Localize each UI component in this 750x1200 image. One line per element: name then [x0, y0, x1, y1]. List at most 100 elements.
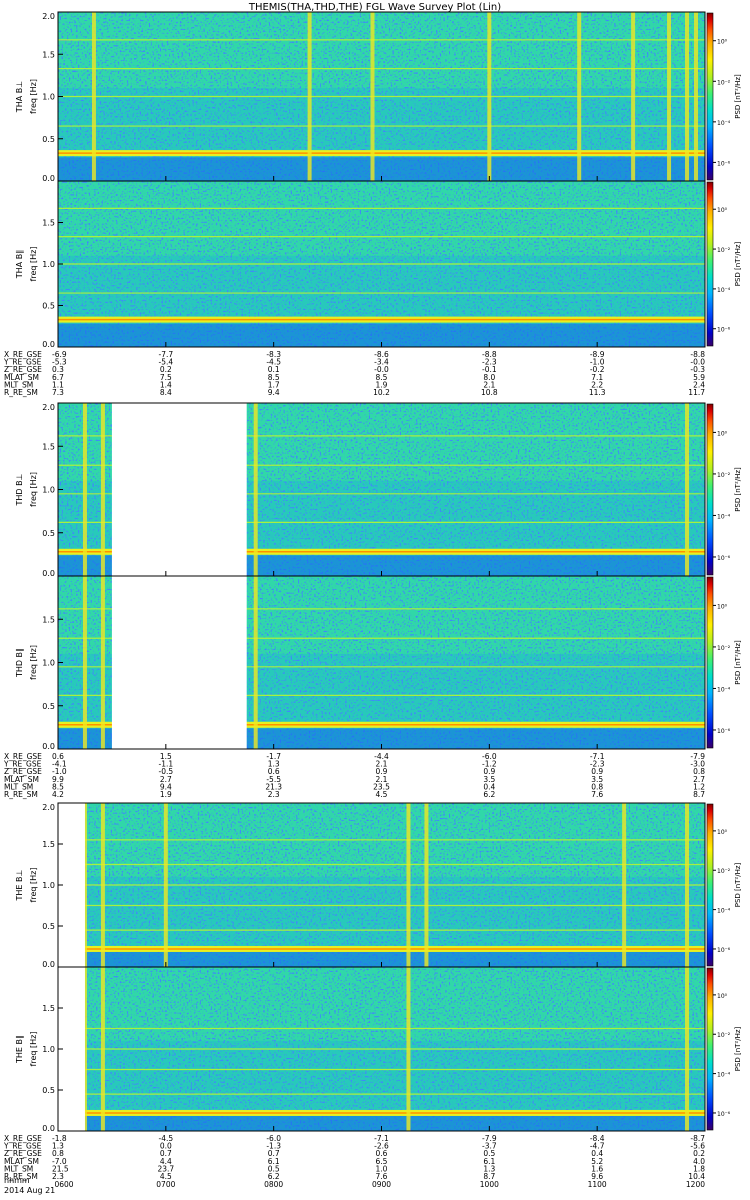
colorbar-tick-label: 10⁻⁴	[717, 908, 731, 915]
colorbar-tick-label: 10⁰	[717, 430, 728, 437]
colorbar-tick-label: 10⁻⁴	[717, 513, 731, 520]
colorbar-tick-label: 10⁻⁴	[717, 686, 731, 693]
bright-stripe	[370, 12, 375, 181]
freq-axis-label: freq [Hz]	[29, 645, 38, 680]
colorbar-tick-label: 10⁻⁶	[717, 327, 731, 334]
y-tick-label: 0.0	[42, 174, 55, 183]
orbit-table-thd: X_RE_GSE 0.6 1.5 -1.7 -4.4 -6.0 -7.1 -7.9Y_RE_G…	[3, 752, 705, 799]
colorbar-tick-label: 10⁰	[717, 829, 728, 836]
orbit-value: 10.8	[481, 388, 498, 397]
bright-stripe	[82, 576, 87, 749]
orbit-table-tha: X_RE_GSE -6.9 -7.7 -8.3 -8.6 -8.8 -8.9 -8.8Y_RE…	[3, 350, 705, 397]
colorbar-tick-label: 10⁰	[717, 603, 728, 610]
spectrogram-panels: 0.0 0.5 1.0 1.5 2.0 THA B⊥ freq [Hz] 10⁰ 10⁻² 10⁻…	[15, 11, 742, 1133]
y-tick-label: 0.0	[42, 960, 55, 969]
y-tick-label: 1.0	[42, 93, 55, 102]
bright-stripe	[685, 803, 690, 967]
y-tick-label: 1.5	[42, 840, 55, 849]
colorbar-label: PSD [nT²/Hz]	[734, 862, 742, 907]
orbit-value: 10.2	[373, 388, 390, 397]
orbit-value: 7.3	[52, 388, 64, 397]
colorbar-tick-label: 10⁻⁴	[717, 1072, 731, 1079]
bright-stripe	[685, 12, 690, 181]
freq-axis-label: freq [Hz]	[29, 868, 38, 903]
y-tick-label: 0.5	[42, 135, 55, 144]
colorbar-tick-label: 10⁻²	[717, 472, 731, 479]
bright-stripe	[253, 403, 258, 576]
bright-stripe	[100, 803, 105, 967]
y-tick-label: 1.5	[42, 615, 55, 624]
freq-axis-label: freq [Hz]	[29, 1032, 38, 1067]
colorbar-tick-label: 10⁻⁶	[717, 1111, 731, 1118]
freq-axis-label: freq [Hz]	[29, 79, 38, 114]
orbit-value: 8.4	[160, 388, 172, 397]
panel-the_bl: 0.0 0.5 1.0 1.5 2.0 THE B⊥ freq [Hz] 10⁰ 10⁻² 10⁻…	[15, 802, 742, 969]
y-tick-label: 2.0	[42, 12, 55, 21]
y-tick-label: 0.5	[42, 922, 55, 931]
colorbar	[706, 803, 714, 967]
bright-stripe	[622, 803, 627, 967]
colorbar-tick-label: 10⁻⁶	[717, 555, 731, 562]
bright-stripe	[694, 12, 699, 181]
colorbar-tick-label: 10⁻⁴	[717, 287, 731, 294]
y-tick-label: 1.5	[42, 442, 55, 451]
y-tick-label: 0.0	[42, 742, 55, 751]
bright-stripe	[406, 967, 411, 1131]
hhmm-tick-label: 1200	[686, 1180, 705, 1189]
figure-title: THEMIS(THA,THD,THE) FGL Wave Survey Plot…	[248, 2, 501, 13]
orbit-value: 11.3	[589, 388, 606, 397]
colorbar-tick-label: 10⁰	[717, 39, 728, 46]
wave-survey-figure: THEMIS(THA,THD,THE) FGL Wave Survey Plot…	[3, 2, 742, 1195]
panel-the_bpar: 0.0 0.5 1.0 1.5 THE B∥ freq [Hz] 10⁰ 10⁻² 10⁻⁴ 10…	[15, 966, 742, 1133]
colorbar-label: PSD [nT²/Hz]	[734, 1026, 742, 1071]
hhmm-tick-label: 0600	[54, 1180, 73, 1189]
panel-label: THA B∥	[15, 250, 24, 279]
y-tick-label: 0.0	[42, 1124, 55, 1133]
orbit-value: 4.2	[52, 790, 64, 799]
panel-thd_bl: 0.0 0.5 1.0 1.5 2.0 THD B⊥ freq [Hz] 10⁰ 10⁻² 10⁻…	[15, 402, 742, 578]
y-tick-label: 2.0	[42, 803, 55, 812]
y-tick-label: 1.0	[42, 1045, 55, 1054]
bright-stripe	[577, 12, 582, 181]
colorbar	[706, 576, 714, 749]
colorbar-tick-label: 10⁻⁶	[717, 160, 731, 167]
orbit-value: 7.6	[591, 790, 603, 799]
colorbar	[706, 12, 714, 181]
bright-stripe	[82, 403, 87, 576]
y-tick-label: 1.5	[42, 1004, 55, 1013]
bright-stripe	[685, 403, 690, 576]
panel-label: THD B⊥	[15, 473, 24, 506]
y-tick-label: 1.0	[42, 881, 55, 890]
y-tick-label: 2.0	[42, 403, 55, 412]
orbit-row-name: R_RE_SM	[4, 790, 38, 799]
colorbar-tick-label: 10⁻⁴	[717, 120, 731, 127]
panel-label: THD B∥	[15, 648, 24, 678]
hhmm-tick-label: 0900	[372, 1180, 391, 1189]
colorbar	[706, 403, 714, 576]
colorbar-tick-label: 10⁻²	[717, 79, 731, 86]
data-gap	[111, 576, 247, 749]
colorbar	[706, 181, 714, 347]
y-tick-label: 1.0	[42, 260, 55, 269]
bright-stripe	[406, 803, 411, 967]
orbit-value: 6.2	[483, 790, 495, 799]
colorbar-tick-label: 10⁻²	[717, 645, 731, 652]
colorbar-tick-label: 10⁻²	[717, 247, 731, 254]
hhmm-tick-label: 1100	[588, 1180, 607, 1189]
bright-stripe	[91, 12, 96, 181]
panel-label: THE B∥	[15, 1035, 24, 1064]
colorbar-tick-label: 10⁻⁶	[717, 728, 731, 735]
freq-axis-label: freq [Hz]	[29, 247, 38, 282]
panel-label: THE B⊥	[15, 869, 24, 901]
bright-stripe	[100, 403, 105, 576]
colorbar	[706, 967, 714, 1131]
colorbar-tick-label: 10⁻²	[717, 1032, 731, 1039]
bright-stripe	[100, 967, 105, 1131]
colorbar-tick-label: 10⁰	[717, 207, 728, 214]
orbit-value: 1.9	[160, 790, 172, 799]
colorbar-label: PSD [nT²/Hz]	[734, 467, 742, 512]
bright-stripe	[424, 803, 429, 967]
colorbar-label: PSD [nT²/Hz]	[734, 640, 742, 685]
bright-stripe	[685, 967, 690, 1131]
colorbar-tick-label: 10⁻⁶	[717, 947, 731, 954]
